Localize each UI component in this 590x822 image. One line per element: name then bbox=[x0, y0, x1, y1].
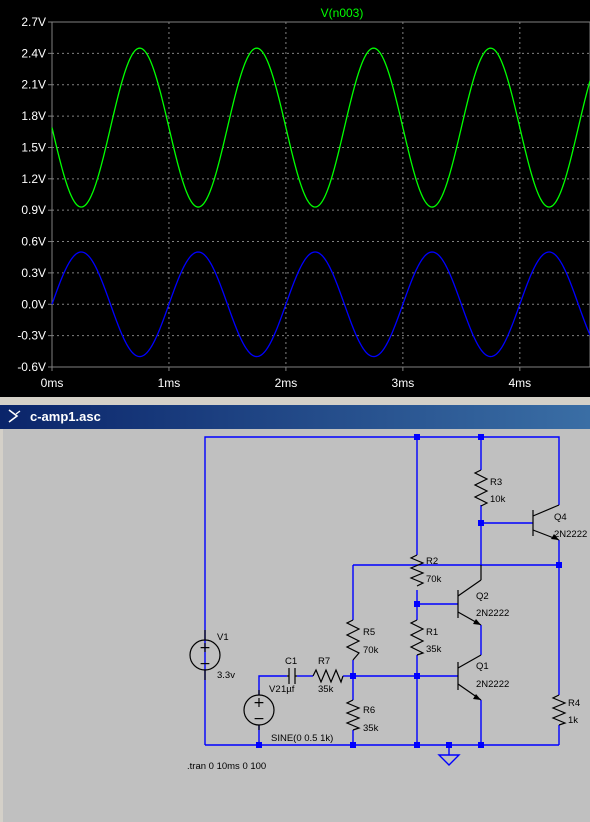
label-r5-value: 70k bbox=[363, 645, 379, 656]
trace-output[interactable] bbox=[51, 47, 590, 208]
svg-text:−: − bbox=[253, 711, 265, 727]
y-tick-label: 0.9V bbox=[21, 203, 46, 217]
ltspice-schematic-icon bbox=[8, 409, 21, 423]
resistor-r2[interactable] bbox=[409, 554, 425, 587]
svg-text:+: + bbox=[253, 695, 265, 711]
label-r4-name: R4 bbox=[568, 698, 580, 709]
label-c1-value: 1µf bbox=[281, 684, 295, 695]
x-tick-label: 4ms bbox=[508, 376, 531, 390]
label-r1-name: R1 bbox=[426, 627, 438, 638]
label-v1-name: V1 bbox=[217, 632, 229, 643]
voltage-source-v1[interactable]: + − bbox=[189, 630, 221, 680]
label-q2-name: Q2 bbox=[476, 591, 489, 602]
y-tick-label: 2.1V bbox=[21, 78, 46, 92]
resistor-r5[interactable] bbox=[345, 619, 361, 661]
label-q1-value: 2N2222 bbox=[476, 679, 509, 690]
label-r2-value: 70k bbox=[426, 574, 442, 585]
label-r3-value: 10k bbox=[490, 494, 506, 505]
resistor-r4[interactable] bbox=[551, 694, 567, 726]
y-tick-label: 2.7V bbox=[21, 15, 46, 29]
window-title: c-amp1.asc bbox=[30, 409, 101, 424]
label-q4-name: Q4 bbox=[554, 512, 567, 523]
y-tick-label: -0.6V bbox=[17, 360, 46, 374]
label-q1-name: Q1 bbox=[476, 661, 489, 672]
y-tick-label: 1.5V bbox=[21, 140, 46, 154]
resistor-r6[interactable] bbox=[345, 699, 361, 731]
label-v2-name: V2 bbox=[269, 684, 281, 695]
x-tick-label: 2ms bbox=[275, 376, 298, 390]
junctions bbox=[256, 434, 562, 748]
plot-title[interactable]: V(n003) bbox=[321, 6, 364, 20]
label-r2-name: R2 bbox=[426, 556, 438, 567]
x-tick-label: 1ms bbox=[158, 376, 181, 390]
plot-frame bbox=[51, 21, 590, 368]
label-r5-name: R5 bbox=[363, 627, 375, 638]
label-r6-value: 35k bbox=[363, 723, 379, 734]
label-r6-name: R6 bbox=[363, 705, 375, 716]
svg-text:−: − bbox=[199, 656, 211, 672]
y-tick-label: 1.8V bbox=[21, 109, 46, 123]
label-r3-name: R3 bbox=[490, 477, 502, 488]
label-r7-name: R7 bbox=[318, 656, 330, 667]
spice-directive[interactable]: .tran 0 10ms 0 100 bbox=[187, 761, 266, 772]
y-tick-label: 0.6V bbox=[21, 235, 46, 249]
x-tick-label: 3ms bbox=[392, 376, 415, 390]
resistor-r1[interactable] bbox=[409, 619, 425, 656]
schematic-canvas[interactable]: + − + − R3 10k R2 70k R1 35k R5 70k R6 3… bbox=[0, 429, 590, 822]
schematic-window-titlebar[interactable]: c-amp1.asc bbox=[0, 405, 590, 429]
y-tick-label: 0.3V bbox=[21, 266, 46, 280]
svg-text:+: + bbox=[199, 640, 211, 656]
resistor-r3[interactable] bbox=[473, 469, 489, 507]
label-q4-value: 2N2222 bbox=[554, 529, 587, 540]
label-v1-value: 3.3v bbox=[217, 670, 235, 681]
label-c1-name: C1 bbox=[285, 656, 297, 667]
y-tick-label: 2.4V bbox=[21, 46, 46, 60]
ground-icon[interactable] bbox=[437, 754, 461, 766]
capacitor-c1[interactable] bbox=[287, 668, 297, 684]
label-r1-value: 35k bbox=[426, 644, 442, 655]
resistor-r7[interactable] bbox=[312, 668, 344, 684]
y-tick-label: 0.0V bbox=[21, 297, 46, 311]
y-tick-label: 1.2V bbox=[21, 172, 46, 186]
waveform-chart[interactable]: V(n003) 2.7V 2.4V 2.1V 1.8V 1.5V 1.2V 0.9V 0.6V… bbox=[0, 0, 590, 397]
voltage-source-v2[interactable]: + − bbox=[243, 690, 275, 730]
label-q2-value: 2N2222 bbox=[476, 608, 509, 619]
label-v2-value: SINE(0 0.5 1k) bbox=[271, 733, 333, 744]
y-tick-label: -0.3V bbox=[17, 329, 46, 343]
label-r4-value: 1k bbox=[568, 715, 578, 726]
pane-separator[interactable] bbox=[0, 397, 590, 405]
waveform-plot[interactable]: V(n003) 2.7V 2.4V 2.1V 1.8V 1.5V 1.2V 0.9V 0.6V… bbox=[0, 0, 590, 397]
label-r7-value: 35k bbox=[318, 684, 334, 695]
x-tick-label: 0ms bbox=[41, 376, 64, 390]
